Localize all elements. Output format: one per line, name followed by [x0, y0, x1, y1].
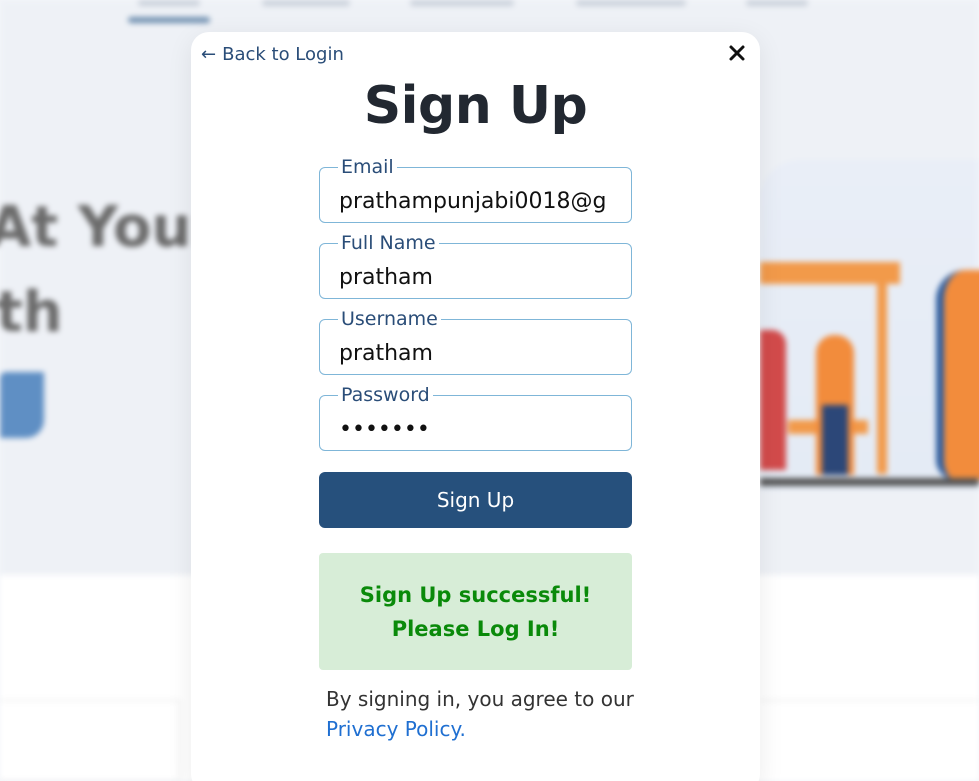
success-message-line1: Sign Up successful! — [359, 582, 592, 607]
email-input[interactable] — [320, 168, 631, 222]
person-figure — [760, 330, 786, 470]
success-message-line2: Please Log In! — [391, 616, 560, 641]
bus-stop-pole — [877, 284, 887, 474]
hero-icon — [0, 372, 44, 438]
password-field: Password — [319, 384, 632, 451]
nav-tab-contact — [576, 0, 686, 6]
password-input[interactable] — [320, 396, 631, 450]
full-name-field: Full Name — [319, 232, 632, 299]
signup-form: Email Full Name Username Password Sign U… — [319, 156, 632, 528]
close-button[interactable] — [726, 42, 748, 64]
nav-tab-more — [746, 0, 808, 6]
nav-active-indicator — [128, 17, 210, 23]
signup-modal: ← Back to Login Sign Up Email Full Name … — [191, 32, 760, 781]
back-to-login-label: Back to Login — [222, 44, 344, 65]
person-figure — [816, 335, 854, 475]
arrow-left-icon: ← — [201, 43, 217, 65]
terms-text: By signing in, you agree to our — [326, 687, 634, 711]
success-alert: Sign Up successful! Please Log In! — [319, 553, 632, 670]
email-field: Email — [319, 156, 632, 223]
feature-card — [0, 700, 180, 781]
hero-headline-line2: th — [0, 280, 63, 345]
back-to-login-link[interactable]: ← Back to Login — [201, 44, 344, 65]
sign-up-button[interactable]: Sign Up — [319, 472, 632, 528]
bus-stop-roof — [760, 262, 900, 284]
nav-tab-home — [138, 0, 200, 6]
full-name-input[interactable] — [320, 244, 631, 298]
nav-tab-about — [262, 0, 350, 6]
ground-line — [760, 478, 979, 486]
username-field: Username — [319, 308, 632, 375]
close-icon — [729, 45, 745, 61]
hero-headline-line1: At Your — [0, 195, 219, 260]
feature-card — [760, 700, 979, 781]
privacy-policy-link[interactable]: Privacy Policy. — [326, 717, 466, 741]
modal-title: Sign Up — [363, 76, 588, 136]
username-input[interactable] — [320, 320, 631, 374]
bus-illustration — [936, 270, 979, 480]
nav-tab-services — [410, 0, 514, 6]
terms-notice: By signing in, you agree to our Privacy … — [326, 684, 646, 744]
